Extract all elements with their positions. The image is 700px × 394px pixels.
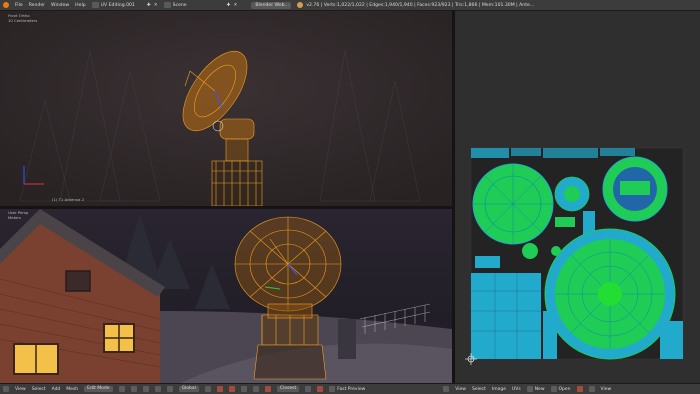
vertex-select-icon[interactable] — [216, 386, 223, 392]
translate-icon[interactable] — [154, 386, 161, 392]
add-scene-button[interactable]: ✚ — [227, 3, 231, 8]
new-image-button[interactable]: New — [535, 387, 545, 392]
front-ortho-scene — [0, 11, 452, 206]
menu-render[interactable]: Render — [29, 3, 45, 8]
viewport-front-ortho[interactable]: Front Ortho 10 Centimeters (1) T1 Antenn… — [0, 11, 452, 206]
grid-units-label: 10 Centimeters — [8, 18, 38, 23]
scene-name[interactable]: Scene — [173, 3, 187, 8]
menu-mesh[interactable]: Mesh — [66, 387, 78, 392]
menu-select[interactable]: Select — [32, 387, 46, 392]
pivot-icon[interactable] — [130, 386, 137, 392]
fast-preview-button[interactable]: Fast Preview — [337, 387, 365, 392]
scene-icon[interactable] — [163, 2, 171, 8]
orientation-select[interactable]: Global — [178, 386, 199, 392]
edge-select-icon[interactable] — [228, 386, 235, 392]
occlude-icon[interactable] — [252, 386, 259, 392]
screen-layout-icon[interactable] — [91, 2, 99, 8]
snap-icon[interactable] — [305, 386, 312, 392]
uv-menu-view[interactable]: View — [455, 387, 466, 392]
uv-layout — [465, 147, 684, 365]
snap-element-icon[interactable] — [317, 386, 324, 392]
add-layout-button[interactable]: ✚ — [147, 3, 151, 8]
user-persp-scene — [0, 209, 452, 383]
face-select-icon[interactable] — [240, 386, 247, 392]
open-image-button[interactable]: Open — [559, 387, 571, 392]
open-image-icon[interactable] — [550, 386, 557, 392]
manipulator-icon[interactable] — [142, 386, 149, 392]
uv-view-select[interactable]: View — [601, 387, 612, 392]
render-engine-select[interactable]: Blender Web... — [251, 1, 292, 9]
shading-icon[interactable] — [118, 386, 125, 392]
mode-select[interactable]: Edit Mode — [84, 386, 113, 392]
image-browse-icon[interactable] — [526, 386, 533, 392]
viewport-user-persp[interactable]: User Persp Meters — [0, 209, 452, 383]
close-layout-button[interactable]: ✕ — [154, 3, 158, 8]
scene-stats: v2.76 | Verts:1,022/1,022 | Edges:1,940/… — [306, 2, 535, 8]
proportional-falloff-select[interactable]: Closest — [276, 386, 300, 392]
menu-file[interactable]: File — [15, 3, 23, 8]
layer-icon[interactable] — [204, 386, 211, 392]
uv-menu-uvs[interactable]: UVs — [512, 387, 521, 392]
menu-window[interactable]: Window — [51, 3, 69, 8]
active-object-label: (1) T1 Antenna 2 — [52, 197, 85, 202]
uv-sync-icon[interactable] — [576, 386, 583, 392]
uv-image-editor[interactable] — [455, 11, 700, 383]
screen-layout-name[interactable]: UV Editing.001 — [101, 3, 135, 8]
blender-logo-icon[interactable] — [3, 2, 9, 8]
uv-editor-type-icon[interactable] — [443, 386, 450, 392]
close-scene-button[interactable]: ✕ — [233, 3, 237, 8]
menu-add[interactable]: Add — [52, 387, 61, 392]
menu-help[interactable]: Help — [75, 3, 85, 8]
uv-menu-select[interactable]: Select — [472, 387, 486, 392]
editor-type-icon[interactable] — [3, 386, 9, 392]
info-icon — [297, 2, 304, 8]
uv-select-mode-icon[interactable] — [588, 386, 595, 392]
top-menu-bar: File Render Window Help UV Editing.001 ✚… — [0, 0, 700, 11]
render-preview-icon[interactable] — [329, 386, 336, 392]
menu-view[interactable]: View — [15, 387, 26, 392]
uv-menu-image[interactable]: Image — [492, 387, 506, 392]
grid-units-label: Meters — [8, 215, 21, 220]
proportional-edit-icon[interactable] — [264, 386, 271, 392]
rotate-icon[interactable] — [166, 386, 173, 392]
bottom-header-bar: View Select Add Mesh Edit Mode Global Cl… — [0, 383, 700, 394]
